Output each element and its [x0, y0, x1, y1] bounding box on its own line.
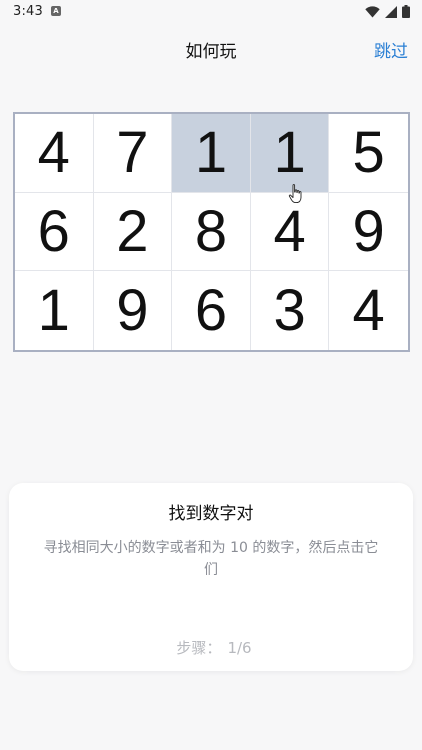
signal-icon — [385, 5, 397, 18]
notification-icon: A — [51, 6, 61, 16]
step-label: 步骤： — [176, 639, 222, 657]
step-indicator: 步骤： 1/6 — [9, 637, 413, 658]
tutorial-card: 找到数字对 寻找相同大小的数字或者和为 10 的数字，然后点击它们 步骤： 1/6 — [9, 483, 413, 671]
grid-cell[interactable]: 4 — [250, 192, 330, 272]
grid-cell[interactable]: 3 — [250, 271, 330, 350]
grid-cell-selected[interactable]: 1 — [172, 114, 251, 193]
step-value: 1/6 — [227, 639, 252, 657]
grid-cell[interactable]: 7 — [93, 114, 173, 193]
grid-cell[interactable]: 1 — [15, 271, 94, 350]
grid-cell[interactable]: 6 — [15, 192, 94, 272]
grid-cell-selected[interactable]: 1 — [250, 114, 330, 193]
grid-cell[interactable]: 5 — [329, 114, 408, 193]
status-bar: 3:43 A — [0, 0, 422, 24]
battery-icon — [402, 5, 410, 18]
tutorial-description: 寻找相同大小的数字或者和为 10 的数字，然后点击它们 — [43, 540, 379, 578]
tutorial-title: 找到数字对 — [168, 504, 254, 524]
grid-cell[interactable]: 8 — [172, 192, 251, 272]
grid-cell[interactable]: 4 — [15, 114, 94, 193]
grid-cell[interactable]: 4 — [329, 271, 408, 350]
wifi-icon — [365, 5, 380, 17]
status-icons — [365, 5, 410, 18]
status-time: 3:43 — [13, 4, 43, 19]
grid-cell[interactable]: 2 — [93, 192, 173, 272]
page-title: 如何玩 — [185, 42, 237, 62]
grid-cell[interactable]: 6 — [172, 271, 251, 350]
grid-cell[interactable]: 9 — [329, 192, 408, 272]
number-grid: 4 7 1 1 5 6 2 8 4 9 1 9 6 3 4 — [13, 112, 410, 352]
grid-cell[interactable]: 9 — [93, 271, 173, 350]
skip-button[interactable]: 跳过 — [374, 37, 408, 62]
